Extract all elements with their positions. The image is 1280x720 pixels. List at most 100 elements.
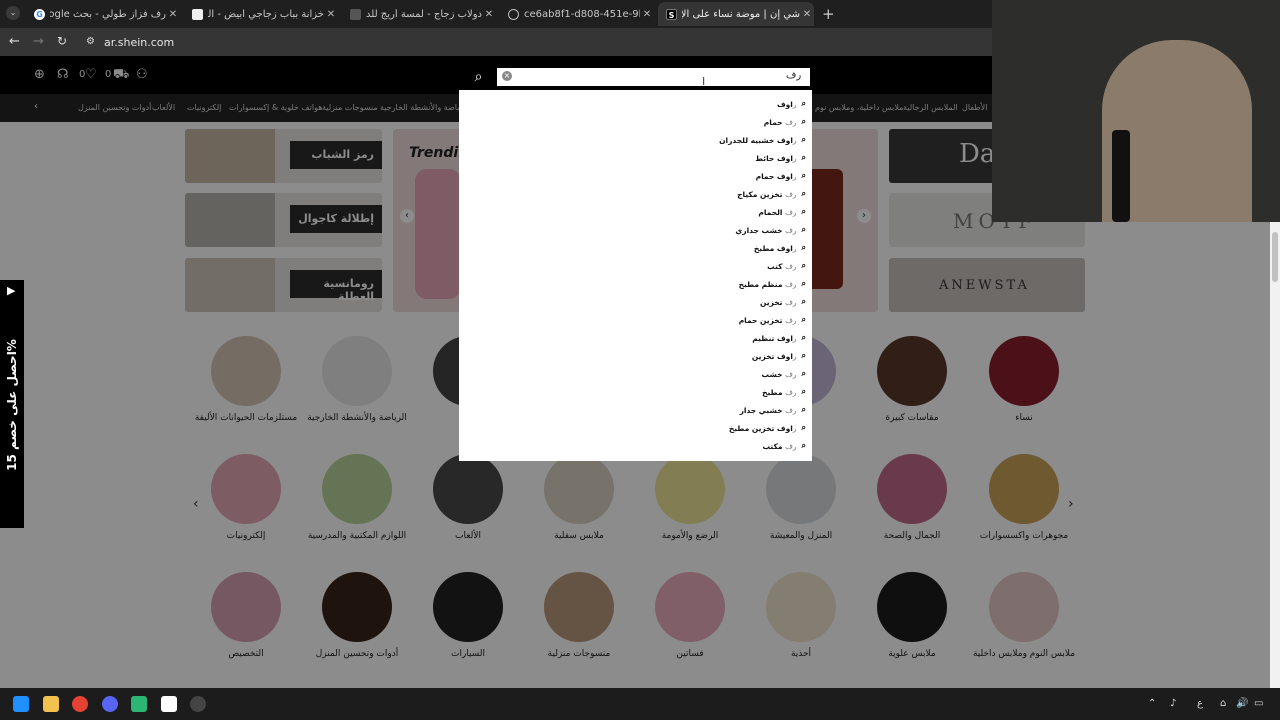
- chevron-right-icon: ▶: [7, 284, 16, 297]
- browser-tab-bar: ⌄ G رف فزاز طولي - بحث Google ✕ خزانة بب…: [0, 0, 992, 28]
- obs-icon[interactable]: [190, 696, 206, 712]
- search-suggestion[interactable]: ⌕ ر اوف تخزين مطبخ: [729, 420, 806, 436]
- search-suggestion[interactable]: ⌕ رف كتب: [767, 258, 806, 274]
- search-icon: ⌕: [801, 117, 806, 126]
- search-suggestion[interactable]: ⌕ رف مكتب: [762, 438, 806, 454]
- suggestion-text: منظم مطبخ: [738, 279, 786, 289]
- search-suggestion[interactable]: ⌕ ر اوف خشبيه للجدران: [719, 132, 806, 148]
- tab-shein[interactable]: S شي إن | موضة نساء على الإنترنت ✕: [658, 2, 814, 26]
- search-suggestion[interactable]: ⌕ رف حمام: [764, 114, 806, 130]
- suggestion-text: الحمام: [758, 207, 786, 217]
- suggestion-text: خشبي جدار: [739, 405, 786, 415]
- suggestion-prefix: رف: [785, 117, 797, 127]
- scrollbar-thumb[interactable]: [1272, 232, 1278, 282]
- search-icon: ⌕: [801, 171, 806, 180]
- close-icon[interactable]: ✕: [324, 9, 338, 20]
- search-icon: ⌕: [801, 297, 806, 306]
- windows-start-icon[interactable]: [13, 696, 29, 712]
- search-suggestion[interactable]: ⌕ رف تخزين حمام: [739, 312, 806, 328]
- site-info-icon[interactable]: ⚙: [86, 36, 95, 47]
- url-field[interactable]: ar.shein.com: [104, 36, 174, 49]
- suggestion-text: خشب جداري: [735, 225, 786, 235]
- search-button[interactable]: ⌕: [460, 66, 497, 88]
- new-tab-button[interactable]: +: [822, 5, 835, 23]
- clear-search-icon[interactable]: ×: [502, 71, 512, 81]
- suggestion-prefix: ر: [792, 135, 797, 145]
- search-suggestion[interactable]: ⌕ ر اوف مطبخ: [754, 240, 806, 256]
- discount-promo-text: احصل على خصم 15%: [5, 339, 19, 471]
- suggestion-text: اوف تخزين مطبخ: [728, 423, 793, 433]
- search-suggestion[interactable]: ⌕ رف خشب: [762, 366, 806, 382]
- search-icon: ⌕: [801, 333, 806, 342]
- search-icon: ⌕: [801, 315, 806, 324]
- suggestion-prefix: ر: [792, 99, 797, 109]
- search-icon: ⌕: [801, 441, 806, 450]
- close-icon[interactable]: ✕: [166, 9, 180, 20]
- suggestion-prefix: رف: [785, 387, 797, 397]
- search-suggestion[interactable]: ⌕ رف الحمام: [758, 204, 806, 220]
- search-icon: ⌕: [801, 189, 806, 198]
- suggestion-text: تخزين حمام: [738, 315, 786, 325]
- search-suggestion[interactable]: ⌕ رف تخزين: [760, 294, 806, 310]
- search-suggestion[interactable]: ⌕ رف تخزين مكياج: [737, 186, 806, 202]
- network-icon[interactable]: ⌂: [1220, 698, 1226, 709]
- back-arrow-icon[interactable]: ←: [9, 34, 20, 49]
- suggestion-text: مطبخ: [762, 387, 786, 397]
- capcut-icon[interactable]: [161, 696, 177, 712]
- search-icon: ⌕: [801, 351, 806, 360]
- tab-glass-wardrobe[interactable]: دولاب زجاج - لمسة أريج للديكور و ✕: [342, 2, 496, 26]
- forward-arrow-icon[interactable]: →: [33, 34, 44, 49]
- suggestion-prefix: رف: [785, 225, 797, 235]
- chevron-up-icon[interactable]: ⌃: [1148, 698, 1156, 709]
- search-suggestion[interactable]: ⌕ رف منظم مطبخ: [739, 276, 806, 292]
- search-icon: ⌕: [801, 261, 806, 270]
- tab-uuid[interactable]: ce6ab8f1-d808-451e-9b0f-ec1a ✕: [500, 2, 654, 26]
- tab-google[interactable]: G رف فزاز طولي - بحث Google ✕: [26, 2, 180, 26]
- search-suggestions-dropdown: ⌕ ر اوف ⌕ رف حمام ⌕ ر اوف خشبيه للجدران ⌕ ر اوف حا…: [459, 90, 812, 461]
- close-icon[interactable]: ✕: [482, 9, 496, 20]
- chrome-icon[interactable]: [72, 696, 88, 712]
- search-suggestion[interactable]: ⌕ ر اوف: [777, 96, 806, 112]
- search-suggestion[interactable]: ⌕ رف خشبي جدار: [740, 402, 806, 418]
- suggestion-text: خشب: [761, 369, 786, 379]
- close-icon[interactable]: ✕: [800, 9, 814, 20]
- close-icon[interactable]: ✕: [640, 9, 654, 20]
- suggestion-prefix: رف: [785, 261, 797, 271]
- search-icon: ⌕: [801, 405, 806, 414]
- suggestion-text: اوف تخزين: [751, 351, 793, 361]
- discord-icon[interactable]: [102, 696, 118, 712]
- search-suggestion[interactable]: ⌕ رف مطبخ: [762, 384, 806, 400]
- search-icon: ⌕: [801, 423, 806, 432]
- search-suggestion[interactable]: ⌕ ر اوف تخزين: [752, 348, 806, 364]
- suggestion-prefix: ر: [792, 171, 797, 181]
- reload-icon[interactable]: ↻: [57, 34, 67, 48]
- microphone-icon: [1112, 130, 1130, 222]
- page-scrollbar[interactable]: [1270, 222, 1280, 688]
- search-icon: ⌕: [801, 387, 806, 396]
- search-suggestion[interactable]: ⌕ ر اوف حمام: [756, 168, 806, 184]
- suggestion-text: اوف مطبخ: [753, 243, 793, 253]
- suggestion-prefix: رف: [785, 189, 797, 199]
- suggestion-text: اوف: [776, 99, 793, 109]
- search-suggestion[interactable]: ⌕ ر اوف حائط: [755, 150, 806, 166]
- suggestion-prefix: ر: [792, 351, 797, 361]
- text-cursor-icon: I: [702, 75, 706, 88]
- suggestion-text: اوف خشبيه للجدران: [719, 135, 793, 145]
- suggestion-prefix: ر: [792, 243, 797, 253]
- tab-list-chevron-icon[interactable]: ⌄: [6, 6, 20, 20]
- suggestion-prefix: ر: [792, 423, 797, 433]
- search-query: رف: [786, 70, 802, 81]
- tab-glass-cabinet[interactable]: خزانة بباب زجاجي ابيض - الركن الـ ✕: [184, 2, 338, 26]
- file-explorer-icon[interactable]: [43, 696, 59, 712]
- suggestion-prefix: رف: [785, 207, 797, 217]
- app-icon[interactable]: [131, 696, 147, 712]
- search-icon: ⌕: [801, 243, 806, 252]
- battery-icon[interactable]: ▭: [1254, 698, 1263, 709]
- volume-icon[interactable]: 🔊: [1236, 698, 1248, 709]
- microphone-tray-icon[interactable]: ♪: [1170, 698, 1176, 709]
- search-input[interactable]: [460, 66, 812, 88]
- google-icon: G: [34, 8, 45, 20]
- search-suggestion[interactable]: ⌕ رف خشب جداري: [735, 222, 806, 238]
- language-indicator[interactable]: ع: [1197, 698, 1203, 709]
- search-suggestion[interactable]: ⌕ ر اوف تنظيم: [752, 330, 806, 346]
